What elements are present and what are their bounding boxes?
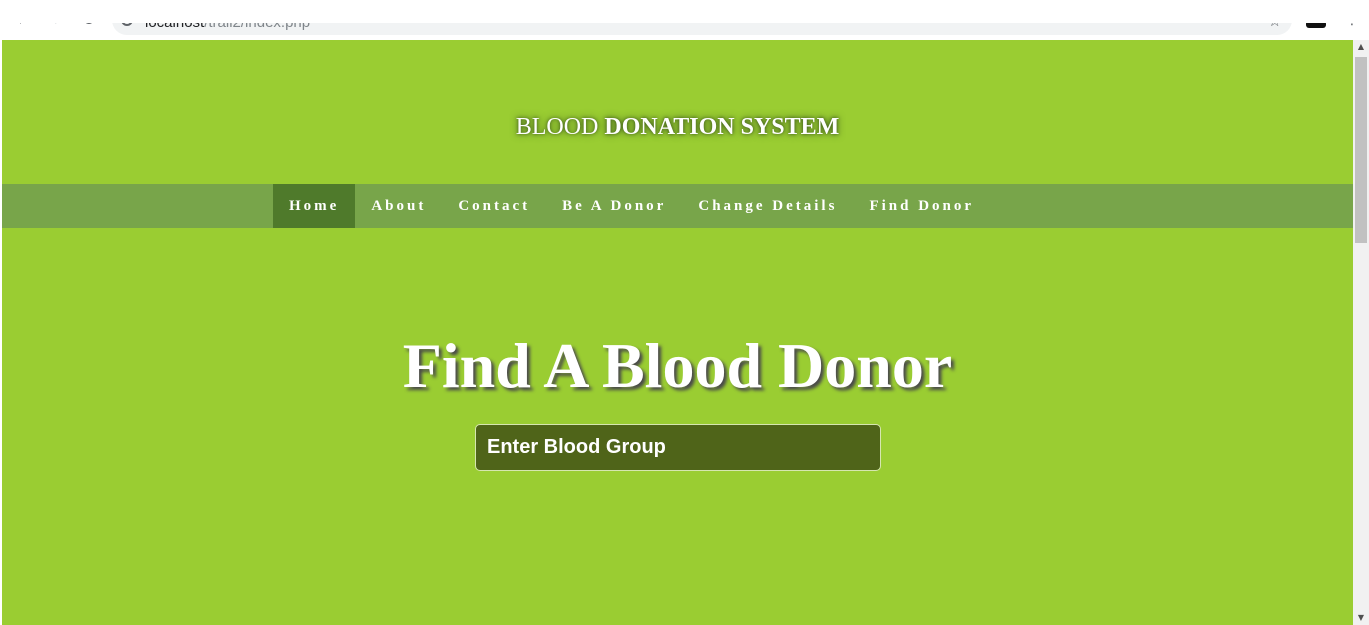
page-scrollbar[interactable]: ▲ ▼	[1353, 40, 1369, 625]
scroll-down-icon[interactable]: ▼	[1353, 611, 1369, 625]
nav-item-home[interactable]: Home	[273, 184, 356, 228]
site-title: BLOOD DONATION SYSTEM	[2, 113, 1353, 141]
nav-item-find-donor[interactable]: Find Donor	[853, 184, 990, 228]
page-viewport: BLOOD DONATION SYSTEM Home About Contact…	[2, 40, 1353, 625]
nav-item-about[interactable]: About	[355, 184, 442, 228]
main-navbar: Home About Contact Be A Donor Change Det…	[2, 184, 1353, 228]
nav-item-contact[interactable]: Contact	[442, 184, 546, 228]
site-header: BLOOD DONATION SYSTEM	[2, 40, 1353, 184]
scrollbar-thumb[interactable]	[1355, 57, 1367, 243]
nav-item-change-details[interactable]: Change Details	[682, 184, 853, 228]
site-title-bold: DONATION SYSTEM	[604, 114, 840, 140]
scroll-up-icon[interactable]: ▲	[1353, 40, 1369, 54]
nav-list: Home About Contact Be A Donor Change Det…	[273, 184, 990, 228]
chrome-cutoff	[0, 0, 1369, 23]
browser-toolbar: ‹ › ↻ localhost/trail2/index.php ☆ ⋮	[0, 0, 1369, 40]
blood-group-search-input[interactable]	[475, 424, 881, 471]
page-heading: Find A Blood Donor	[402, 330, 953, 401]
site-title-light: BLOOD	[515, 114, 599, 140]
nav-item-be-a-donor[interactable]: Be A Donor	[546, 184, 682, 228]
